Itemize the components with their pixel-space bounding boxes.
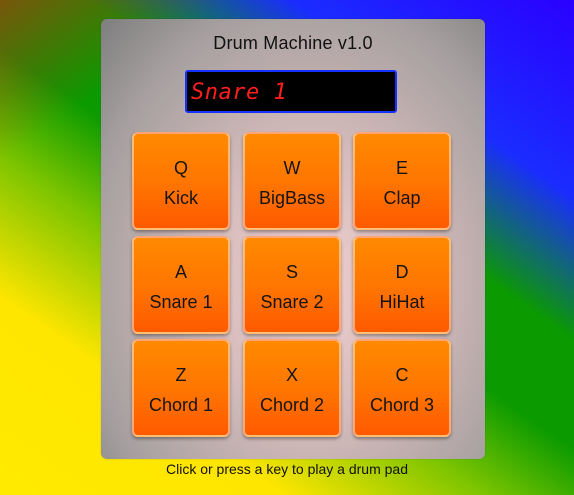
pad-x[interactable]: X Chord 2: [243, 339, 341, 437]
pad-key-label: Q: [173, 158, 188, 178]
drum-machine-panel: Drum Machine v1.0 Snare 1 Q Kick W BigBa…: [101, 19, 485, 459]
pad-s[interactable]: S Snare 2: [243, 236, 341, 334]
pad-d[interactable]: D HiHat: [353, 236, 451, 334]
pad-key-label: E: [395, 158, 408, 178]
pad-sound-label: Clap: [383, 188, 421, 208]
pad-key-label: C: [395, 365, 409, 385]
pad-c[interactable]: C Chord 3: [353, 339, 451, 437]
pad-e[interactable]: E Clap: [353, 132, 451, 230]
pad-key-label: X: [285, 365, 298, 385]
pad-a[interactable]: A Snare 1: [132, 236, 230, 334]
pad-sound-label: HiHat: [379, 292, 425, 312]
instruction-text: Click or press a key to play a drum pad: [166, 461, 408, 477]
pad-key-label: Z: [175, 365, 187, 385]
display-text: Snare 1: [191, 80, 288, 105]
pad-grid: Q Kick W BigBass E Clap A Snare 1 S Snar…: [132, 132, 452, 439]
pad-sound-label: Chord 2: [259, 395, 325, 415]
app-title: Drum Machine v1.0: [213, 33, 373, 53]
pad-sound-label: Snare 2: [260, 292, 324, 312]
pad-key-label: W: [283, 158, 301, 178]
pad-z[interactable]: Z Chord 1: [132, 339, 230, 437]
pad-key-label: A: [174, 262, 187, 282]
pad-sound-label: Kick: [163, 188, 198, 208]
pad-q[interactable]: Q Kick: [132, 132, 230, 230]
pad-sound-label: Snare 1: [149, 292, 213, 312]
pad-sound-label: BigBass: [258, 188, 326, 208]
pad-key-label: D: [395, 262, 409, 282]
pad-sound-label: Chord 3: [369, 395, 435, 415]
pad-sound-label: Chord 1: [148, 395, 214, 415]
sound-display: Snare 1: [185, 70, 397, 113]
pad-key-label: S: [285, 262, 298, 282]
pad-w[interactable]: W BigBass: [243, 132, 341, 230]
